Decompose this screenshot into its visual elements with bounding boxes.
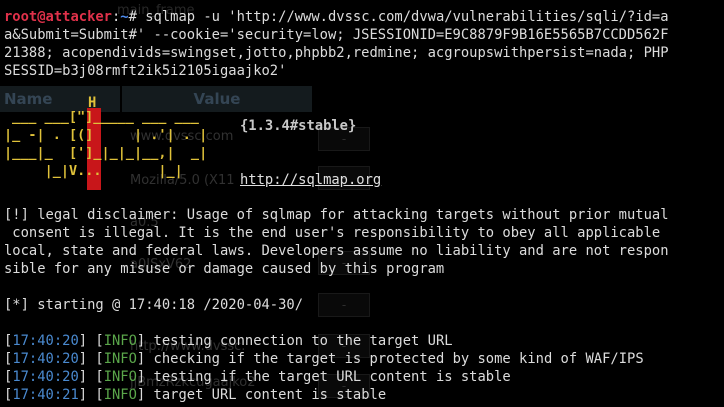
banner-art-line: |_|V... |_| [4,163,183,179]
log-level: INFO [103,369,137,385]
banner-art-line: ___ ___["]_____ ___ ___ [12,109,199,125]
disclaimer-line: local, state and federal laws. Developer… [4,243,669,259]
log-line: [17:40:20] [INFO] testing connection to … [4,333,453,349]
log-message: target URL content is stable [145,387,387,403]
prompt-symbol: # [128,9,146,25]
terminal-window[interactable]: main_frame Name Value www.dvssc.com Mozi… [0,0,724,407]
log-level: INFO [103,333,137,349]
disclaimer-line: sible for any misuse or damage caused by… [4,261,445,277]
log-line: [17:40:21] [INFO] target URL content is … [4,387,387,403]
log-line: [17:40:20] [INFO] checking if the target… [4,351,644,367]
disclaimer-line: consent is illegal. It is the end user's… [4,225,661,241]
log-message: testing if the target URL content is sta… [145,369,511,385]
prompt-user-host: root@attacker [4,9,112,25]
log-timestamp: 17:40:20 [12,351,79,367]
log-level: INFO [103,387,137,403]
disclaimer-line: [!] legal disclaimer: Usage of sqlmap fo… [4,207,669,223]
sqlmap-banner: H ___ ___["]_____ ___ ___ |_ -| . [(] | … [4,95,404,190]
command-continuation: SESSID=b3j08rmft2ik5i2105igaajko2' [4,63,287,79]
sqlmap-version: {1.3.4#stable} [240,118,357,134]
banner-art-line: |___|_ [']_|_|_|__,| _| [4,145,208,161]
command-continuation: a&Submit=Submit#' --cookie='security=low… [4,27,669,43]
log-timestamp: 17:40:21 [12,387,79,403]
prompt-path: ~ [120,9,129,25]
starting-line: [*] starting @ 17:40:18 /2020-04-30/ [4,297,304,313]
log-line: [17:40:20] [INFO] testing if the target … [4,369,511,385]
banner-art-line: |_ -| . [(] | .'| . | [4,127,208,143]
terminal-output: root@attacker:~# sqlmap -u 'http://www.d… [4,8,724,404]
log-timestamp: 17:40:20 [12,333,79,349]
log-message: checking if the target is protected by s… [145,351,644,367]
log-message: testing connection to the target URL [145,333,453,349]
sqlmap-url-link[interactable]: http://sqlmap.org [240,171,381,189]
command-line: root@attacker:~# sqlmap -u 'http://www.d… [4,8,724,26]
command-continuation: 21388; acopendivids=swingset,jotto,phpbb… [4,45,669,61]
command-text: sqlmap -u 'http://www.dvssc.com/dvwa/vul… [145,9,669,25]
log-level: INFO [103,351,137,367]
log-timestamp: 17:40:20 [12,369,79,385]
